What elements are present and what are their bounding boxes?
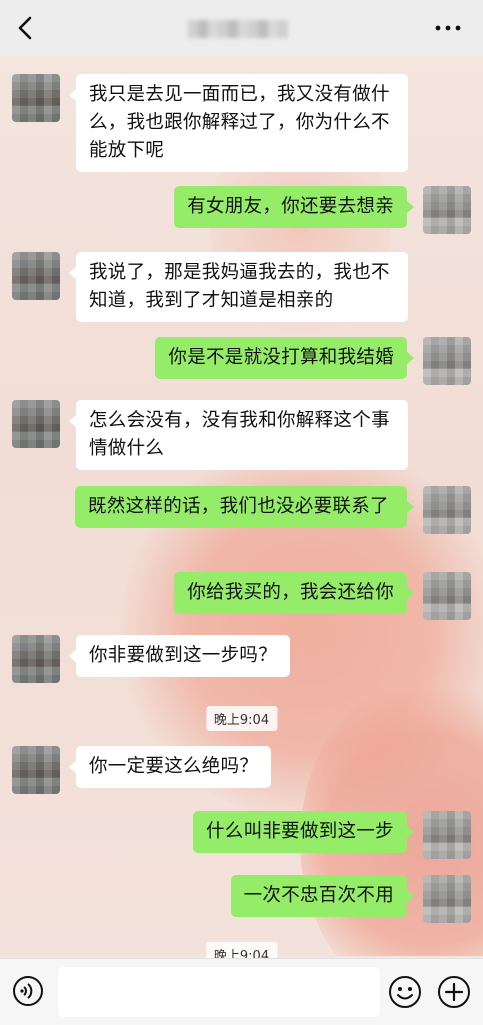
contact-name-blurred <box>188 20 288 38</box>
message-text: 我只是去见一面而已，我又没有做什么，我也跟你解释过了，你为什么不能放下呢 <box>89 84 390 161</box>
message-text: 既然这样的话，我们也没必要联系了 <box>88 496 389 517</box>
message-input[interactable] <box>58 967 380 1017</box>
composer-bar <box>0 958 483 1025</box>
avatar[interactable] <box>423 811 471 859</box>
avatar[interactable] <box>12 74 60 122</box>
message-outgoing[interactable]: 什么叫非要做到这一步 <box>192 811 415 853</box>
avatar[interactable] <box>12 746 60 794</box>
message-text: 什么叫非要做到这一步 <box>205 821 394 842</box>
emoji-icon[interactable] <box>388 975 422 1009</box>
message-outgoing[interactable]: 你给我买的，我会还给你 <box>174 572 414 614</box>
message-text: 你给我买的，我会还给你 <box>187 582 394 603</box>
message-incoming[interactable]: 你一定要这么绝吗？ <box>68 746 272 788</box>
message-incoming[interactable]: 我说了，那是我妈逼我去的，我也不知道，我到了才知道是相亲的 <box>69 252 408 322</box>
message-text: 你一定要这么绝吗？ <box>89 756 259 777</box>
message-incoming[interactable]: 怎么会没有，没有我和你解释这个事情做什么 <box>69 400 408 470</box>
voice-icon[interactable] <box>12 975 44 1007</box>
avatar[interactable] <box>12 252 60 300</box>
message-outgoing[interactable]: 一次不忠百次不用 <box>230 875 415 917</box>
avatar[interactable] <box>12 635 60 683</box>
message-text: 我说了，那是我妈逼我去的，我也不知道，我到了才知道是相亲的 <box>89 262 390 311</box>
chat-header <box>0 0 483 56</box>
avatar[interactable] <box>12 400 60 448</box>
avatar[interactable] <box>423 337 471 385</box>
avatar[interactable] <box>423 186 471 234</box>
message-outgoing[interactable]: 有女朋友，你还要去想亲 <box>174 186 414 228</box>
avatar[interactable] <box>423 572 471 620</box>
chevron-left-icon[interactable] <box>12 14 40 42</box>
timestamp: 晚上9:04 <box>205 706 278 731</box>
message-text: 一次不忠百次不用 <box>243 885 394 906</box>
plus-icon[interactable] <box>437 975 471 1009</box>
message-incoming[interactable]: 我只是去见一面而已，我又没有做什么，我也跟你解释过了，你为什么不能放下呢 <box>69 74 408 172</box>
more-dots-icon[interactable] <box>433 18 463 38</box>
message-text: 你是不是就没打算和我结婚 <box>168 347 394 368</box>
message-outgoing[interactable]: 既然这样的话，我们也没必要联系了 <box>75 486 414 528</box>
avatar[interactable] <box>423 875 471 923</box>
message-text: 怎么会没有，没有我和你解释这个事情做什么 <box>89 410 390 459</box>
message-outgoing[interactable]: 你是不是就没打算和我结婚 <box>155 337 414 379</box>
message-incoming[interactable]: 你非要做到这一步吗？ <box>68 635 291 677</box>
message-text: 你非要做到这一步吗？ <box>89 645 278 666</box>
avatar[interactable] <box>423 486 471 534</box>
message-text: 有女朋友，你还要去想亲 <box>187 196 394 217</box>
